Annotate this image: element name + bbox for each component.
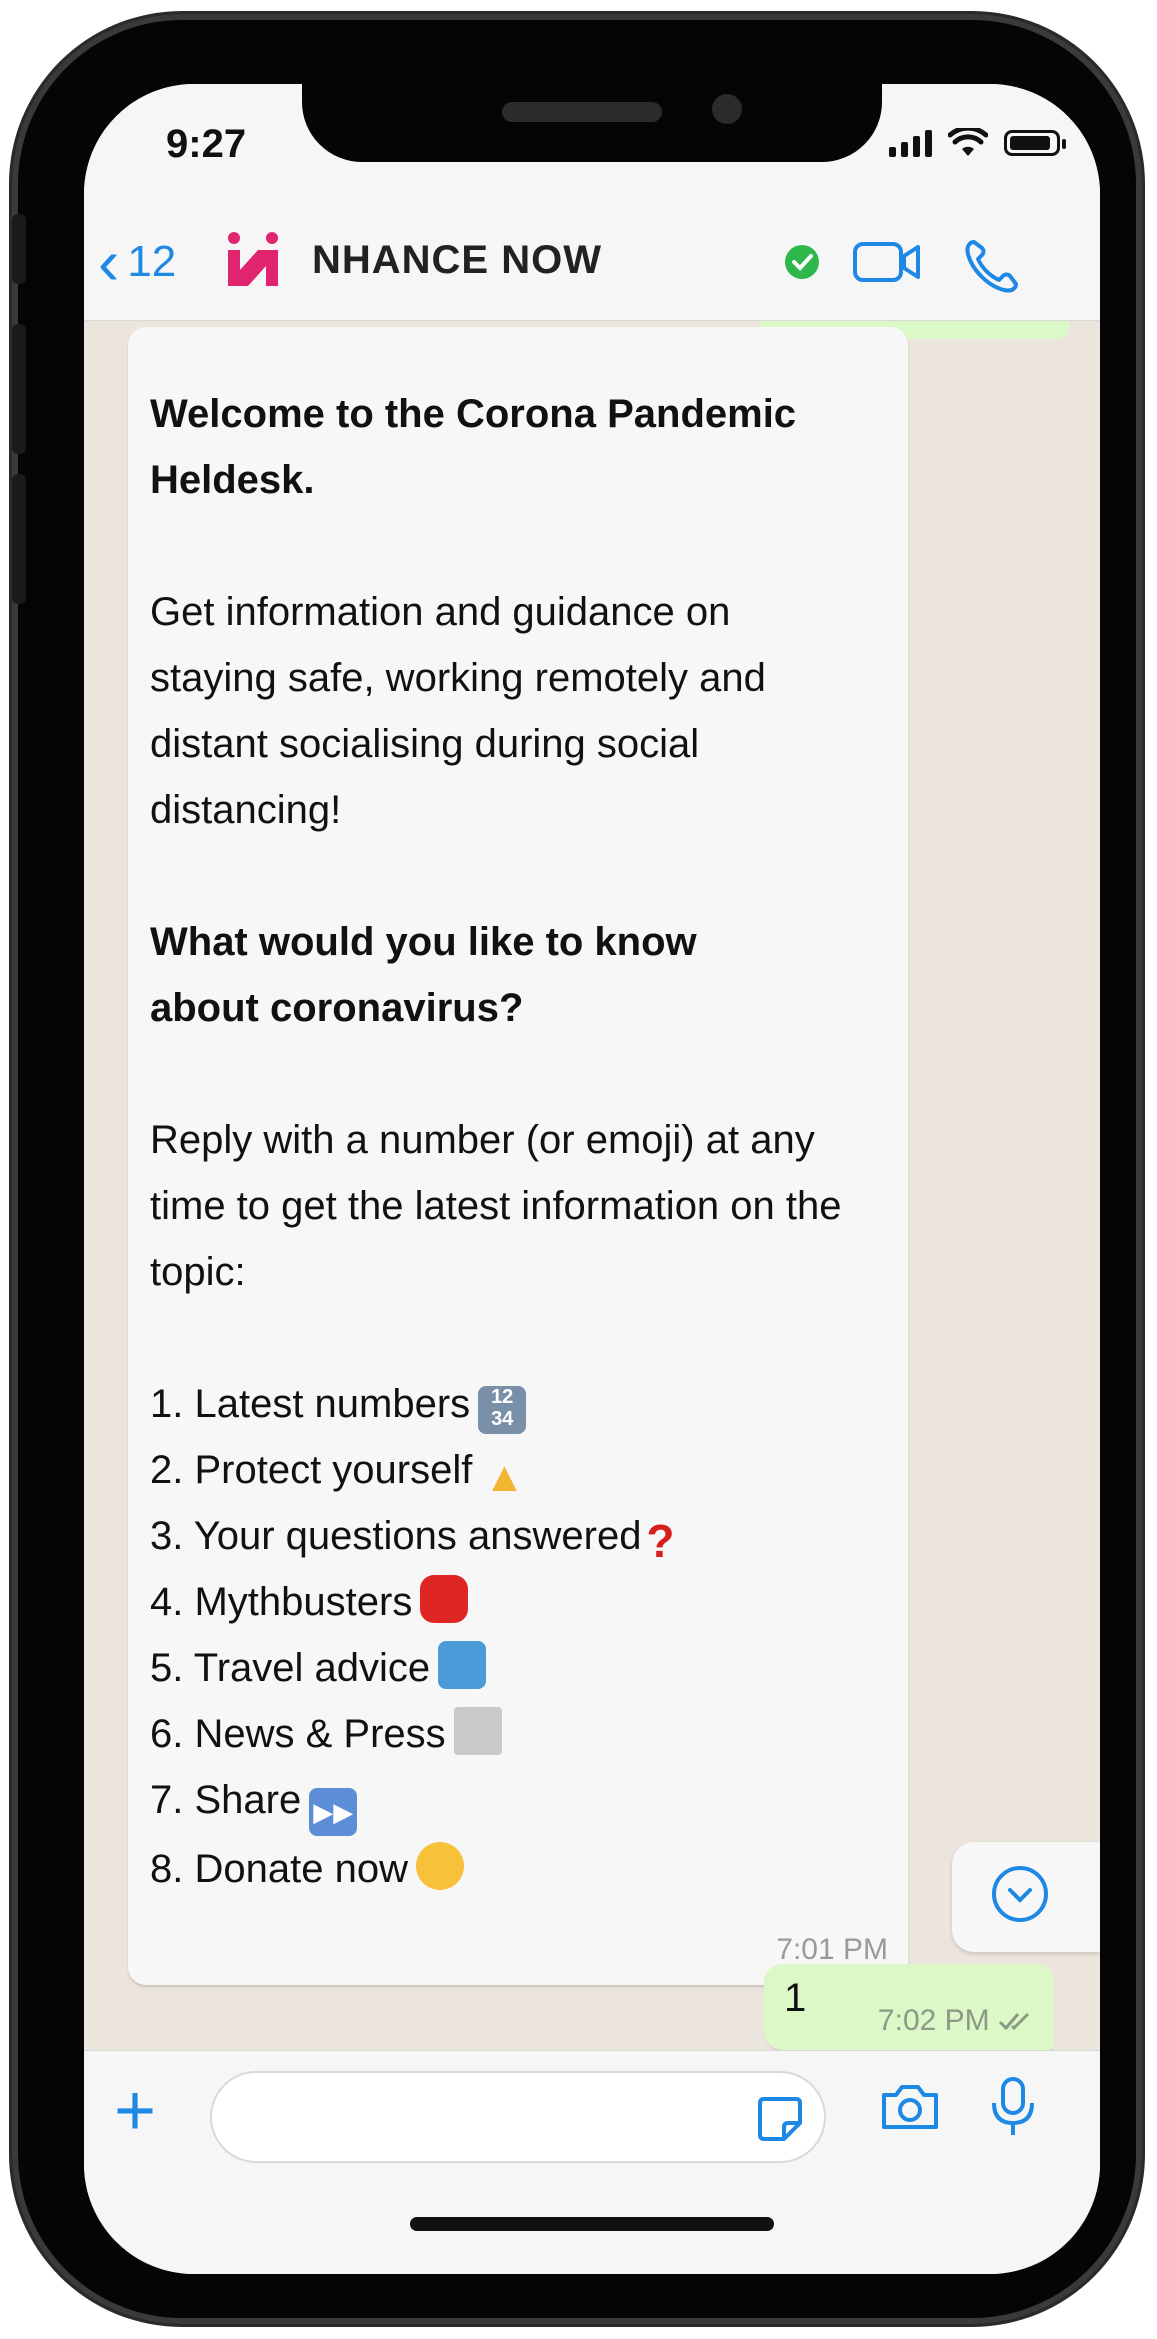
outgoing-message-meta: 7:02 PM — [878, 2004, 1034, 2038]
stop-sign-icon — [420, 1575, 469, 1623]
menu-item-5: 5. Travel advice — [150, 1635, 888, 1701]
signal-icon — [889, 129, 932, 157]
home-indicator[interactable] — [410, 2217, 774, 2231]
menu-item-3: 3. Your questions answered? — [150, 1514, 675, 1567]
menu-item-1: 1. Latest numbers 12 34 — [150, 1371, 888, 1437]
message-title: Welcome to the Corona Pandemic Heldesk. — [150, 392, 797, 502]
scroll-to-bottom-button[interactable] — [952, 1842, 1100, 1952]
status-icons — [889, 128, 1066, 158]
chevron-down-circle-icon — [992, 1866, 1048, 1922]
volume-up-button — [12, 324, 26, 454]
menu-item-4: 4. Mythbusters — [150, 1569, 888, 1635]
camera-icon[interactable] — [878, 2081, 942, 2133]
menu-item-6: 6. News & Press — [150, 1701, 888, 1767]
fast-forward-icon: ▶▶ — [309, 1788, 358, 1836]
message-instruction: Reply with a number (or emoji) at any ti… — [150, 1118, 842, 1294]
message-intro: Get information and guidance on staying … — [150, 590, 766, 832]
menu-item-7: 7. Share ▶▶ — [150, 1767, 888, 1836]
microphone-icon[interactable] — [988, 2075, 1038, 2139]
sticker-icon[interactable] — [754, 2093, 806, 2145]
front-camera — [712, 94, 742, 124]
outgoing-message-text: 1 — [784, 1976, 807, 2020]
message-question: What would you like to know about corona… — [150, 920, 697, 1030]
mute-switch — [12, 214, 26, 284]
chat-area[interactable]: Welcome to the Corona Pandemic Heldesk. … — [84, 319, 1100, 2041]
nhance-logo-icon — [228, 232, 278, 286]
status-time: 9:27 — [166, 122, 247, 166]
speaker — [502, 102, 662, 122]
compose-bar: + — [84, 2050, 1100, 2274]
unread-count: 12 — [127, 237, 177, 286]
message-input[interactable] — [210, 2071, 826, 2163]
video-call-icon[interactable] — [852, 240, 922, 284]
read-receipt-icon — [998, 2012, 1030, 2031]
smiling-hearts-icon — [415, 1842, 464, 1890]
volume-down-button — [12, 474, 26, 604]
outgoing-message-bubble[interactable]: 1 7:02 PM — [764, 1964, 1054, 2050]
newspaper-icon — [453, 1707, 502, 1755]
notch — [302, 80, 882, 162]
chat-header: ‹ 12 NHANCE NOW — [84, 224, 1100, 314]
numbers-icon: 12 34 — [478, 1386, 527, 1434]
phone-call-icon[interactable] — [962, 236, 1022, 296]
outgoing-message-time: 7:02 PM — [877, 2004, 990, 2037]
incoming-message-bubble[interactable]: Welcome to the Corona Pandemic Heldesk. … — [128, 327, 908, 1985]
battery-icon — [1004, 130, 1066, 156]
verified-badge-icon — [785, 245, 819, 279]
menu-item-2: 2. Protect yourself ▲ — [150, 1437, 888, 1503]
back-button[interactable]: ‹ 12 — [98, 226, 177, 298]
menu-item-8: 8. Donate now — [150, 1836, 888, 1902]
screen: 9:27 ‹ 12 NHANCE NOW Welcome to the Coro… — [84, 84, 1100, 2274]
thumbs-up-icon: ▲ — [483, 1453, 526, 1500]
map-icon — [438, 1641, 487, 1689]
plus-icon[interactable]: + — [114, 2075, 156, 2147]
contact-name[interactable]: NHANCE NOW — [312, 238, 602, 283]
incoming-message-time: 7:01 PM — [776, 1933, 888, 1966]
question-mark-icon: ? — [646, 1515, 675, 1567]
wifi-icon — [948, 128, 988, 156]
chevron-left-icon: ‹ — [98, 226, 120, 298]
